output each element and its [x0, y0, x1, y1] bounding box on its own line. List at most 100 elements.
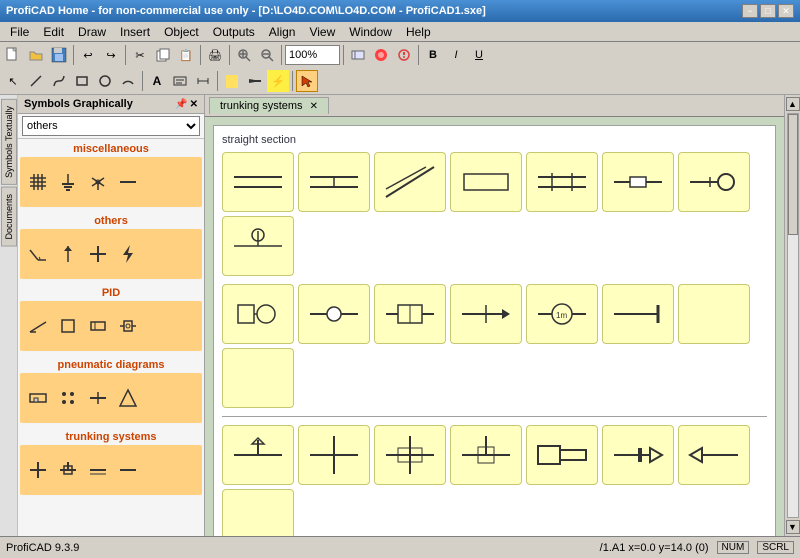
bold-button[interactable]: B — [422, 44, 444, 66]
bezier-tool[interactable] — [48, 70, 70, 92]
sym-marked[interactable] — [526, 152, 598, 212]
sym-circle-end[interactable] — [678, 152, 750, 212]
maximize-button[interactable]: □ — [760, 4, 776, 18]
zoom-in-button[interactable] — [233, 44, 255, 66]
symbol-line[interactable] — [114, 168, 142, 196]
sym-reducer[interactable] — [526, 425, 598, 485]
symbol-grid[interactable] — [24, 168, 52, 196]
text-tool[interactable]: A — [146, 70, 168, 92]
sym-arrow-section[interactable] — [450, 284, 522, 344]
symbol-plus[interactable] — [84, 240, 112, 268]
scroll-up-btn[interactable]: ▲ — [786, 97, 800, 111]
close-button[interactable]: ✕ — [778, 4, 794, 18]
menu-insert[interactable]: Insert — [114, 23, 156, 41]
symbol-pid-4[interactable] — [114, 312, 142, 340]
new-button[interactable] — [2, 44, 24, 66]
category-select[interactable]: others — [22, 116, 200, 136]
symbol-angle[interactable] — [24, 240, 52, 268]
component-button[interactable] — [347, 44, 369, 66]
sym-t-junction[interactable] — [222, 425, 294, 485]
menu-file[interactable]: File — [4, 23, 35, 41]
underline-button[interactable]: U — [468, 44, 490, 66]
menu-help[interactable]: Help — [400, 23, 437, 41]
text-box-tool[interactable] — [169, 70, 191, 92]
sym-straight-circle[interactable] — [298, 284, 370, 344]
save-button[interactable] — [48, 44, 70, 66]
symbol-earth[interactable] — [54, 168, 82, 196]
panel-close-button[interactable]: ✕ — [190, 99, 198, 110]
undo-button[interactable]: ↩ — [77, 44, 99, 66]
sym-straight[interactable] — [222, 152, 294, 212]
symbol-lightning[interactable] — [114, 240, 142, 268]
sym-arrow-left[interactable] — [678, 425, 750, 485]
symbol-pid-3[interactable] — [84, 312, 112, 340]
italic-button[interactable]: I — [445, 44, 467, 66]
sym-placeholder-1[interactable] — [678, 284, 750, 344]
menu-edit[interactable]: Edit — [37, 23, 70, 41]
symbol-trunk-4[interactable] — [114, 456, 142, 484]
properties-button[interactable] — [393, 44, 415, 66]
dim-tool[interactable] — [192, 70, 214, 92]
scroll-track-v[interactable] — [787, 113, 799, 518]
symbol-arrow-up[interactable] — [54, 240, 82, 268]
canvas-area[interactable]: straight section — [205, 117, 784, 536]
fill-color-button[interactable] — [221, 70, 243, 92]
panel-pin-button[interactable]: 📌 — [175, 99, 187, 110]
arc-tool[interactable] — [117, 70, 139, 92]
symbol-pneu-2[interactable] — [54, 384, 82, 412]
sym-flat[interactable] — [450, 152, 522, 212]
rect-tool[interactable] — [71, 70, 93, 92]
menu-outputs[interactable]: Outputs — [207, 23, 261, 41]
print-button[interactable]: 🖨 — [204, 44, 226, 66]
symbol-pid-1[interactable] — [24, 312, 52, 340]
sym-arrow-right[interactable] — [602, 425, 674, 485]
sym-t-right[interactable] — [450, 425, 522, 485]
menu-view[interactable]: View — [303, 23, 341, 41]
sym-cross[interactable] — [298, 425, 370, 485]
color-button[interactable] — [370, 44, 392, 66]
zoom-out-button[interactable] — [256, 44, 278, 66]
sym-circle-box[interactable] — [222, 284, 294, 344]
line-tool[interactable] — [25, 70, 47, 92]
sym-placeholder-3[interactable] — [222, 489, 294, 536]
symbol-pneu-3[interactable] — [84, 384, 112, 412]
paste-button[interactable]: 📋 — [175, 44, 197, 66]
sym-connector[interactable] — [602, 152, 674, 212]
sym-diagonal[interactable] — [374, 152, 446, 212]
symbol-trunk-2[interactable] — [54, 456, 82, 484]
symbol-pneu-1[interactable] — [24, 384, 52, 412]
sym-end-cap[interactable] — [602, 284, 674, 344]
menu-draw[interactable]: Draw — [72, 23, 112, 41]
copy-button[interactable] — [152, 44, 174, 66]
sym-placeholder-2[interactable] — [222, 348, 294, 408]
menu-align[interactable]: Align — [263, 23, 302, 41]
sym-t-circle[interactable] — [222, 216, 294, 276]
cut-button[interactable]: ✂ — [129, 44, 151, 66]
select-mode[interactable] — [296, 70, 318, 92]
pointer-tool[interactable]: ↖ — [2, 70, 24, 92]
zoom-input[interactable] — [285, 45, 340, 65]
doc-tab-trunking[interactable]: trunking systems ✕ — [209, 97, 329, 114]
symbol-pneu-4[interactable] — [114, 384, 142, 412]
v-scrollbar[interactable]: ▲ ▼ — [784, 95, 800, 536]
scroll-down-btn[interactable]: ▼ — [786, 520, 800, 534]
sym-joint[interactable] — [298, 152, 370, 212]
scroll-thumb-v[interactable] — [788, 114, 798, 235]
doc-tab-close[interactable]: ✕ — [310, 101, 318, 112]
menu-window[interactable]: Window — [343, 23, 398, 41]
line-style-button[interactable] — [244, 70, 266, 92]
minimize-button[interactable]: − — [742, 4, 758, 18]
sym-circle-line[interactable]: 1m — [526, 284, 598, 344]
symbol-pid-2[interactable] — [54, 312, 82, 340]
sym-boxed[interactable] — [374, 284, 446, 344]
sym-4way[interactable] — [374, 425, 446, 485]
tab-symbols-textually[interactable]: Symbols Textually — [1, 99, 17, 185]
redo-button[interactable]: ↪ — [100, 44, 122, 66]
circle-tool[interactable] — [94, 70, 116, 92]
highlight-button[interactable]: ⚡ — [267, 70, 289, 92]
symbol-antenna[interactable] — [84, 168, 112, 196]
tab-documents[interactable]: Documents — [1, 187, 17, 247]
symbol-trunk-1[interactable] — [24, 456, 52, 484]
open-button[interactable] — [25, 44, 47, 66]
menu-object[interactable]: Object — [158, 23, 205, 41]
